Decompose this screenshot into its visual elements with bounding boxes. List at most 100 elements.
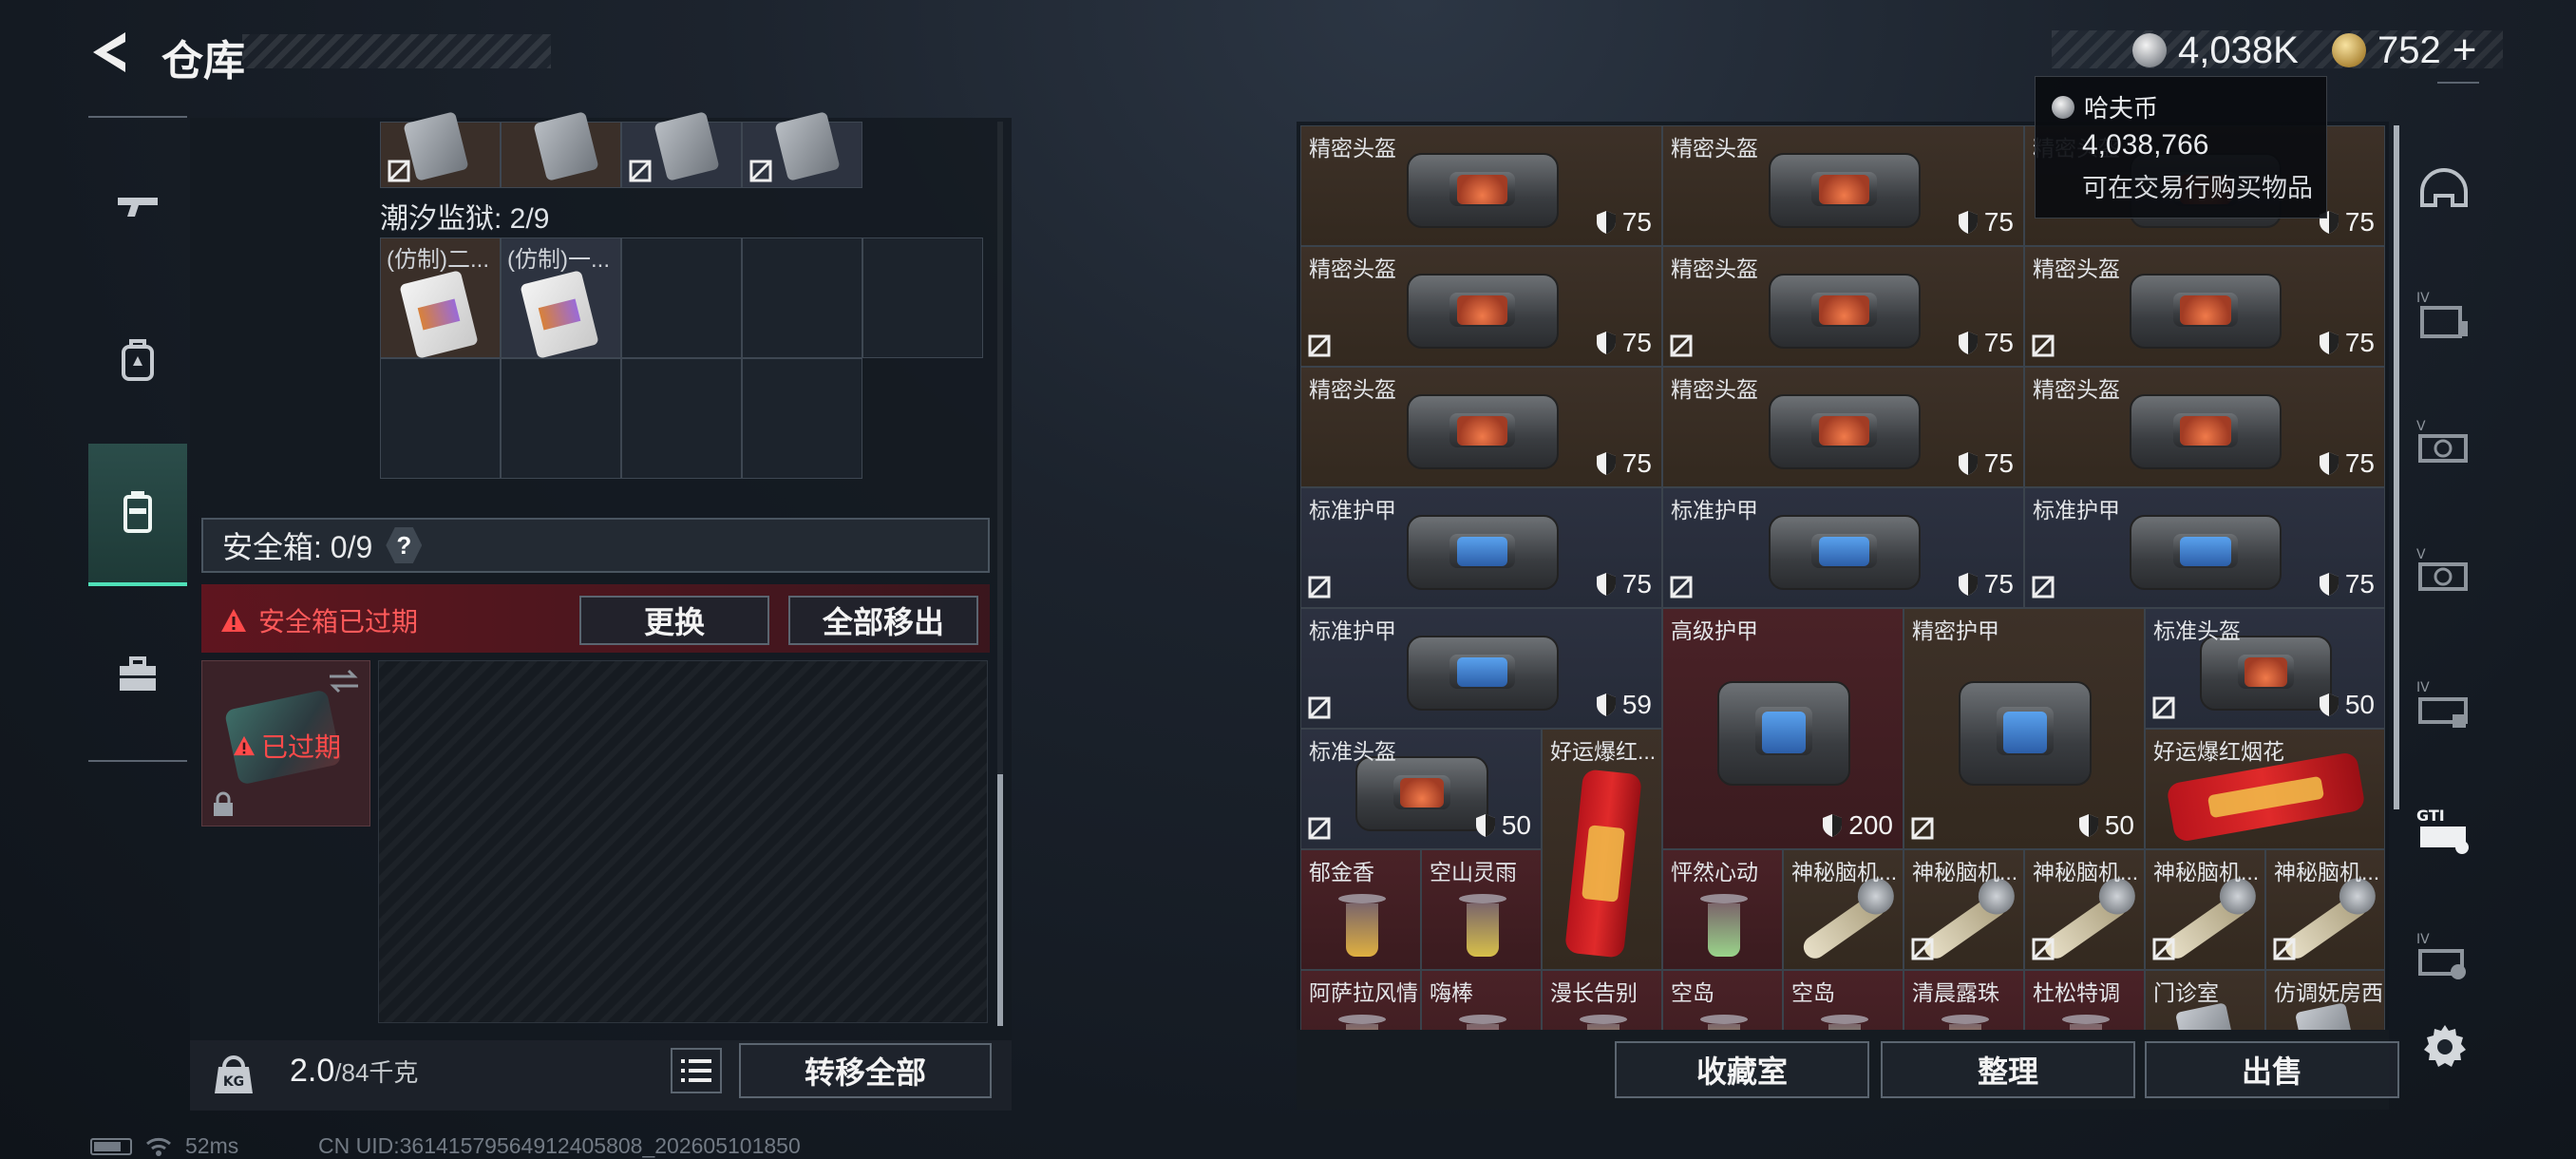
grid-slot[interactable]	[621, 238, 742, 358]
gun-icon	[118, 198, 158, 217]
back-arrow-icon[interactable]	[87, 28, 131, 76]
inventory-item[interactable]: 空山灵雨	[1421, 849, 1542, 970]
grid-slot[interactable]	[501, 111, 621, 188]
swap-icon[interactable]	[328, 669, 360, 694]
grid-slot[interactable]	[501, 358, 621, 479]
haf-coin-amount: 4,038K	[2178, 28, 2299, 71]
inventory-item[interactable]: 清晨露珠	[1904, 970, 2024, 1030]
rail-tab-weapons[interactable]	[88, 133, 187, 276]
item-name: 好运爆红...	[1550, 739, 1657, 764]
bind-icon	[388, 160, 410, 182]
inventory-item[interactable]: 空岛	[1783, 970, 1904, 1030]
remove-all-button[interactable]: 全部移出	[788, 596, 978, 645]
inventory-item[interactable]: 空岛	[1662, 970, 1783, 1030]
armor-icon	[2130, 515, 2282, 590]
grid-slot[interactable]: (仿制)二...	[380, 238, 501, 359]
stash-scrollbar[interactable]	[2394, 125, 2399, 809]
rail-tab-container[interactable]	[88, 444, 187, 586]
inventory-item[interactable]: 精密头盔 75	[1662, 367, 2024, 487]
grid-slot[interactable]	[742, 238, 862, 358]
grid-slot[interactable]	[742, 358, 862, 479]
safebox-header: 安全箱: 0/9 ?	[201, 518, 990, 573]
inventory-item[interactable]: 标准护甲 59	[1300, 608, 1662, 729]
inventory-item[interactable]: 神秘脑机...	[2145, 849, 2265, 970]
inventory-item[interactable]: 漫长告别	[1542, 970, 1662, 1030]
wifi-icon	[146, 1137, 171, 1156]
collection-room-button[interactable]: 收藏室	[1615, 1041, 1869, 1098]
right-rail-tab-rig[interactable]: V	[2403, 404, 2485, 485]
inventory-item[interactable]: 精密头盔 75	[2024, 246, 2385, 367]
sell-button[interactable]: 出售	[2145, 1041, 2399, 1098]
shield-icon	[2319, 332, 2339, 354]
transfer-all-button[interactable]: 转移全部	[739, 1043, 992, 1098]
inventory-item[interactable]: 精密头盔 75	[1662, 125, 2024, 246]
inventory-item[interactable]: 标准头盔 50	[2145, 608, 2385, 729]
right-rail-tab-backpack[interactable]: V	[2403, 532, 2485, 614]
inventory-item[interactable]: 阿萨拉风情	[1300, 970, 1421, 1030]
weight-readout: 2.0/84千克	[290, 1053, 418, 1090]
inventory-item[interactable]: 神秘脑机...	[1904, 849, 2024, 970]
grid-slot[interactable]: (仿制)一...	[501, 238, 621, 359]
inventory-item[interactable]: 神秘脑机...	[2265, 849, 2385, 970]
inventory-item[interactable]: 标准护甲 75	[1300, 487, 1662, 608]
replace-button[interactable]: 更换	[579, 596, 769, 645]
inventory-item[interactable]: 郁金香	[1300, 849, 1421, 970]
svg-text:GTI: GTI	[2416, 807, 2445, 825]
inventory-item[interactable]: 杜松特调	[2024, 970, 2145, 1030]
grid-slot[interactable]	[742, 111, 862, 188]
item-name: 清晨露珠	[1912, 980, 1999, 1005]
inventory-item[interactable]: 精密头盔 75	[1300, 125, 1662, 246]
grid-slot[interactable]	[862, 238, 983, 358]
inventory-item[interactable]: 精密护甲 50	[1904, 608, 2145, 849]
help-icon[interactable]: ?	[386, 527, 423, 563]
inventory-item[interactable]: 标准护甲 75	[1662, 487, 2024, 608]
tooltip-title: 哈夫币	[2052, 89, 2158, 124]
item-name: 精密头盔	[1671, 377, 1758, 402]
left-scrollbar[interactable]	[997, 774, 1003, 1026]
right-rail-tab-gti[interactable]: GTI	[2403, 788, 2485, 870]
durability-indicator: 50	[1475, 810, 1531, 841]
right-rail-tab-helmet[interactable]	[2403, 152, 2485, 234]
grid-slot[interactable]	[380, 358, 501, 479]
inventory-item[interactable]: 精密头盔 75	[1300, 367, 1662, 487]
weight-icon: KG	[215, 1055, 253, 1093]
item-name: 空岛	[1671, 980, 1714, 1005]
list-view-button[interactable]	[671, 1048, 722, 1093]
inventory-item[interactable]: 高级护甲 200	[1662, 608, 1904, 849]
inventory-item[interactable]: 精密头盔 75	[1300, 246, 1662, 367]
rail-tab-equipment[interactable]	[88, 290, 187, 432]
inventory-item[interactable]: 仿调妩房西	[2265, 970, 2385, 1030]
grid-slot[interactable]	[621, 358, 742, 479]
rail-tab-toolbox[interactable]	[88, 603, 187, 746]
inventory-item[interactable]: 怦然心动	[1662, 849, 1783, 970]
inventory-item[interactable]: 精密头盔 75	[1662, 246, 2024, 367]
durability-value: 75	[2344, 328, 2375, 357]
add-currency-button[interactable]: +	[2453, 27, 2477, 74]
grid-slot[interactable]	[380, 111, 501, 188]
inventory-item[interactable]: 精密头盔 75	[2024, 367, 2385, 487]
expired-message: 安全箱已过期	[258, 607, 419, 636]
stash-grid: 精密头盔75精密头盔75精密头盔75精密头盔75精密头盔75精密头盔75精密头盔…	[1300, 125, 2385, 1030]
inventory-item[interactable]: 标准头盔 50	[1300, 729, 1542, 849]
inventory-item[interactable]: 门诊室	[2145, 970, 2265, 1030]
bind-icon	[1911, 817, 1934, 840]
right-rail-tab-case[interactable]: IV	[2403, 665, 2485, 747]
inventory-item[interactable]: 好运爆红烟花	[2145, 729, 2385, 849]
durability-value: 200	[1848, 810, 1893, 840]
haf-coin-balance[interactable]: 4,038K	[2132, 27, 2299, 74]
sort-button[interactable]: 整理	[1881, 1041, 2135, 1098]
item-name: 标准头盔	[2153, 618, 2241, 643]
inventory-item[interactable]: 好运爆红...	[1542, 729, 1662, 970]
right-rail-tab-armor[interactable]: IV	[2403, 276, 2485, 357]
bind-icon	[2032, 576, 2055, 598]
durability-indicator: 75	[1596, 328, 1652, 358]
premium-currency-balance[interactable]: 752 +	[2332, 27, 2476, 74]
inventory-item[interactable]: 神秘脑机...	[2024, 849, 2145, 970]
inventory-item[interactable]: 标准护甲 75	[2024, 487, 2385, 608]
inventory-item[interactable]: 嗨棒	[1421, 970, 1542, 1030]
right-rail-tab-misc[interactable]: IV	[2403, 917, 2485, 998]
settings-gear-icon[interactable]	[2420, 1021, 2470, 1071]
item-name: 神秘脑机...	[2274, 860, 2380, 884]
grid-slot[interactable]	[621, 111, 742, 188]
inventory-item[interactable]: 神秘脑机...	[1783, 849, 1904, 970]
